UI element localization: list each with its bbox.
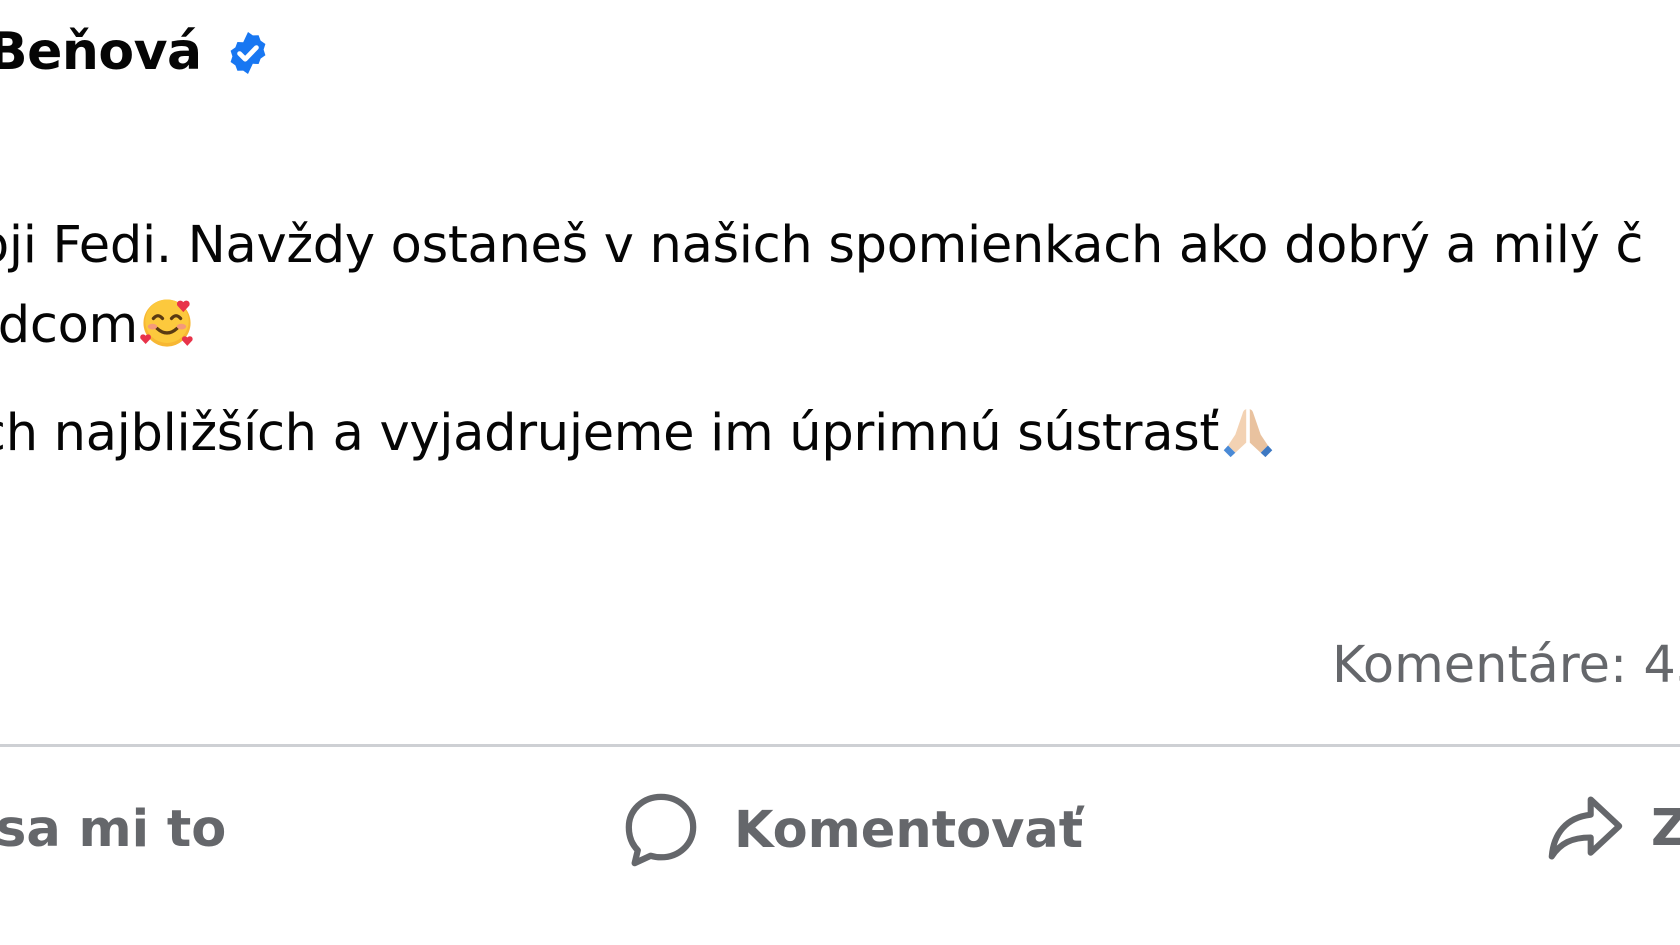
post-text-line-3-content: ch najbližších a vyjadrujeme im úprimnú … — [0, 404, 1220, 463]
post-text-line-1: oji Fedi. Navždy ostaneš v našich spomie… — [0, 216, 1643, 275]
author-name[interactable]: Beňová — [0, 22, 202, 82]
post-text-line-3: ch najbližších a vyjadrujeme im úprimnú … — [0, 402, 1277, 463]
post-actions-bar: sa mi to Komentovať Z — [0, 790, 1680, 880]
folded-hands-emoji-icon — [1219, 402, 1277, 460]
post-text-line-1-content: oji Fedi. Navždy ostaneš v našich spomie… — [0, 216, 1644, 275]
post-text-line-2: rdcom — [0, 294, 196, 355]
comment-button-label: Komentovať — [734, 800, 1084, 860]
share-button[interactable]: Z — [1545, 790, 1680, 866]
post-text-line-2-content: rdcom — [0, 296, 138, 355]
comments-count[interactable]: Komentáre: 43 — [1332, 636, 1680, 695]
post-header: Beňová — [0, 22, 272, 82]
like-button[interactable]: sa mi to — [0, 800, 226, 859]
share-button-label: Z — [1651, 798, 1680, 858]
actions-divider — [0, 744, 1680, 747]
facebook-post: Beňová oji Fedi. Navždy ostaneš v našich… — [0, 0, 1680, 945]
smiling-face-with-hearts-emoji-icon — [138, 294, 196, 352]
comment-icon — [622, 790, 700, 870]
verified-check-icon — [224, 29, 272, 77]
share-icon — [1545, 790, 1625, 866]
like-button-label: sa mi to — [0, 800, 227, 859]
comment-button[interactable]: Komentovať — [622, 790, 1083, 870]
